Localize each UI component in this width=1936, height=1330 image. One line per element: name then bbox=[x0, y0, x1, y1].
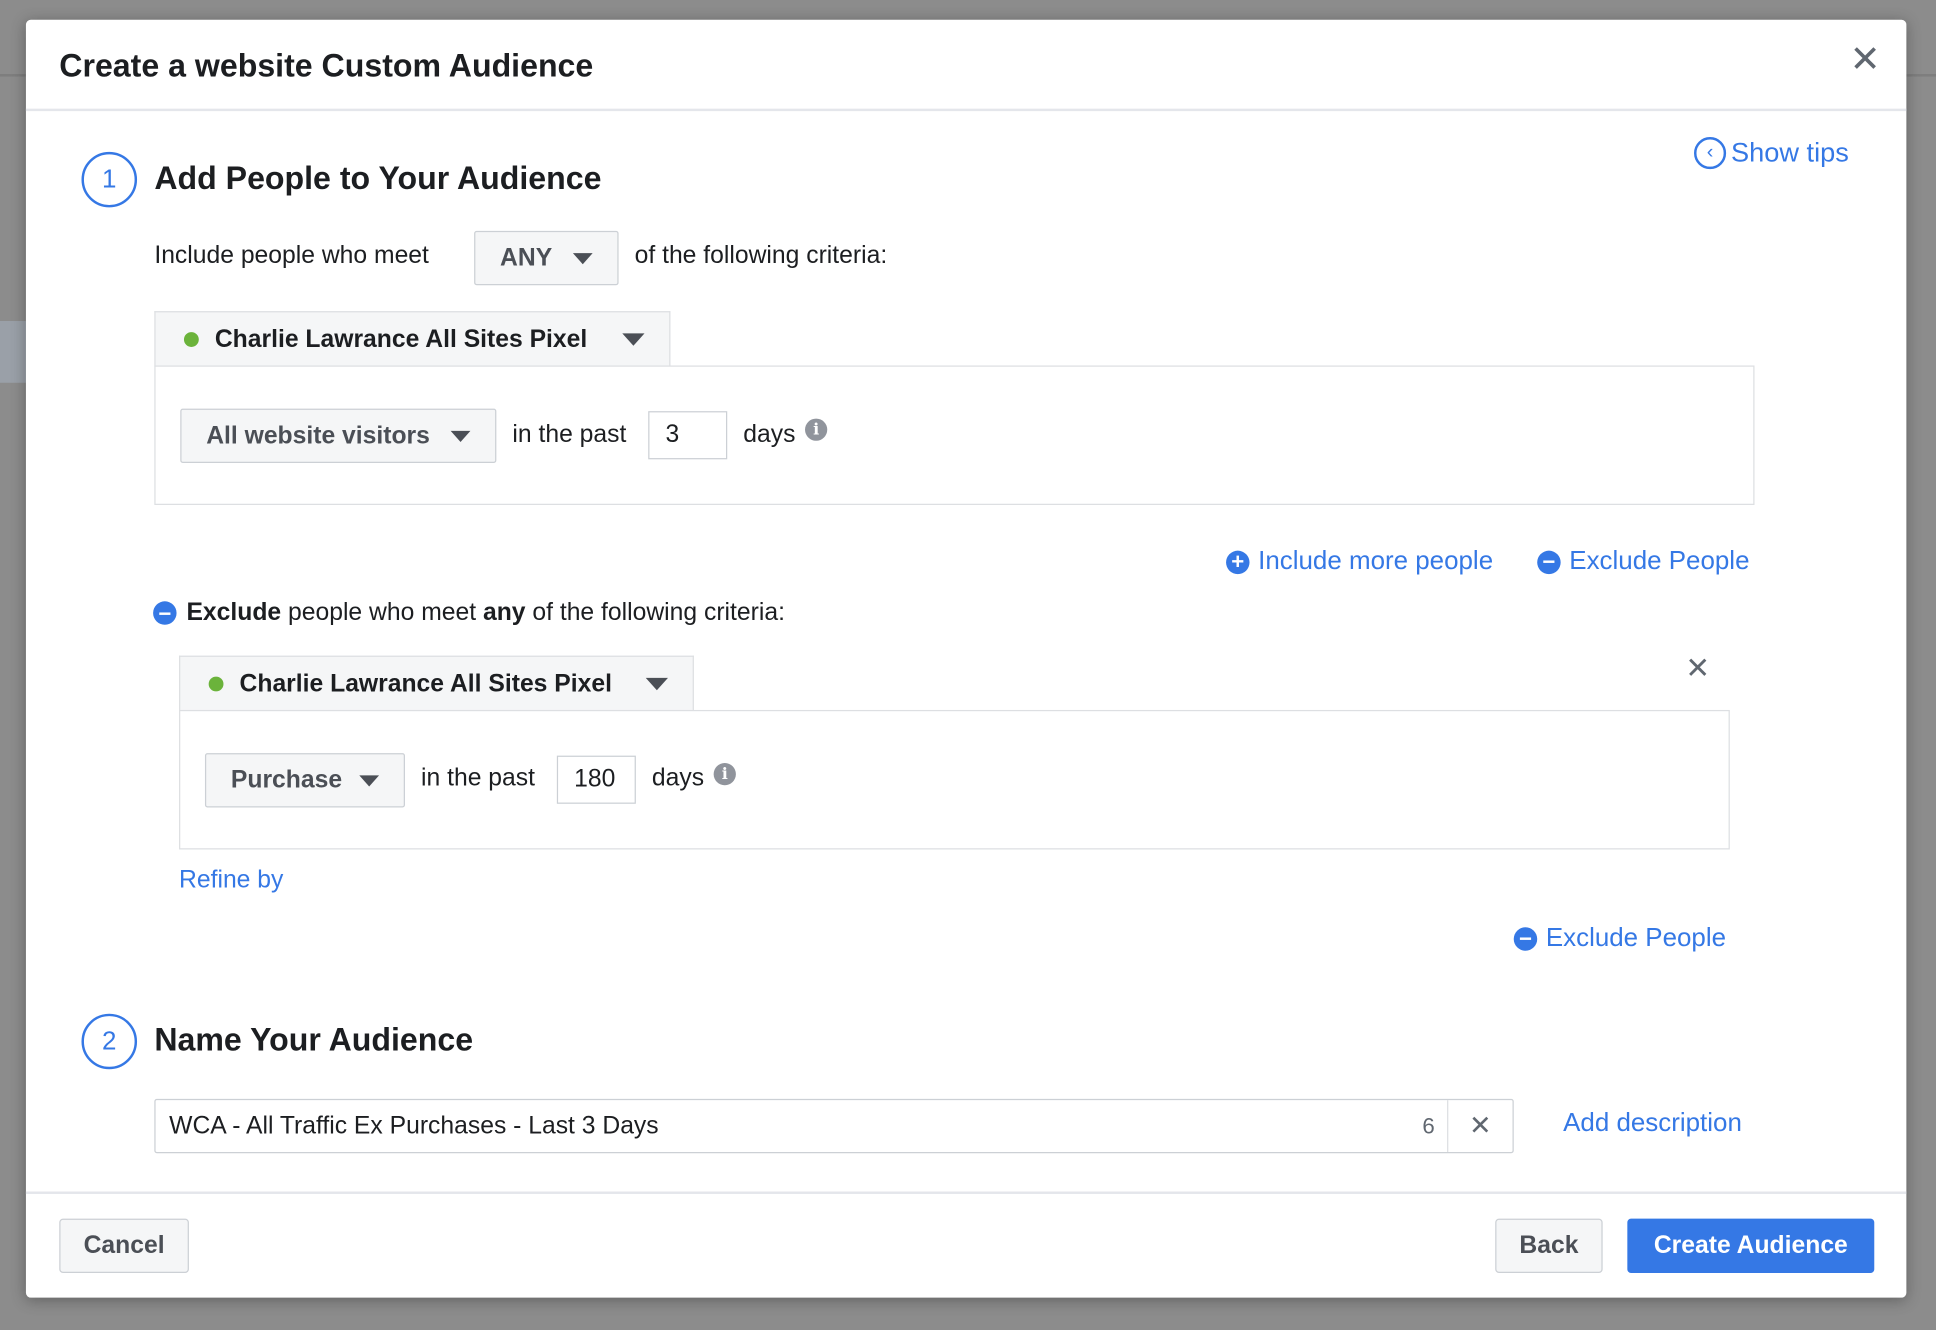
custom-audience-dialog: Create a website Custom Audience ✕ ‹ Sho… bbox=[25, 19, 1907, 1298]
in-the-past-label: in the past bbox=[512, 421, 627, 449]
info-icon[interactable]: i bbox=[713, 763, 736, 786]
exclude-header: − Exclude people who meet any of the fol… bbox=[153, 599, 785, 627]
caret-down-icon bbox=[572, 252, 593, 264]
exclude-rule-box bbox=[179, 709, 1730, 850]
audience-name-input[interactable]: WCA - All Traffic Ex Purchases - Last 3 … bbox=[156, 1112, 1423, 1140]
exclude-people-link-2[interactable]: − Exclude People bbox=[1513, 923, 1727, 954]
create-audience-button[interactable]: Create Audience bbox=[1627, 1218, 1875, 1273]
match-any-value: ANY bbox=[500, 243, 553, 272]
pixel-name: Charlie Lawrance All Sites Pixel bbox=[239, 669, 612, 697]
clear-name-icon[interactable]: ✕ bbox=[1447, 1100, 1512, 1152]
refine-by-link[interactable]: Refine by bbox=[179, 867, 283, 895]
show-tips-label: Show tips bbox=[1731, 137, 1849, 168]
step-1-heading: Add People to Your Audience bbox=[154, 159, 602, 197]
dialog-title: Create a website Custom Audience bbox=[59, 46, 594, 84]
exclude-bold: Exclude bbox=[186, 598, 282, 626]
audience-name-field: WCA - All Traffic Ex Purchases - Last 3 … bbox=[154, 1098, 1514, 1154]
exclude-people-label: Exclude People bbox=[1569, 546, 1750, 576]
header-divider bbox=[25, 108, 1907, 112]
minus-circle-icon: − bbox=[1513, 926, 1538, 951]
info-icon[interactable]: i bbox=[805, 418, 828, 441]
background-panel bbox=[0, 321, 26, 383]
minus-circle-icon[interactable]: − bbox=[153, 601, 177, 625]
include-days-input[interactable]: 3 bbox=[648, 411, 728, 460]
footer-divider bbox=[25, 1191, 1907, 1194]
close-icon[interactable]: ✕ bbox=[1850, 41, 1881, 79]
include-more-label: Include more people bbox=[1258, 546, 1494, 576]
cancel-button[interactable]: Cancel bbox=[59, 1218, 189, 1273]
exclude-pixel-dropdown[interactable]: Charlie Lawrance All Sites Pixel bbox=[179, 655, 694, 712]
minus-circle-icon: − bbox=[1537, 550, 1561, 574]
chevron-left-circle-icon: ‹ bbox=[1694, 137, 1727, 170]
step-2-heading: Name Your Audience bbox=[154, 1021, 474, 1059]
add-description-link[interactable]: Add description bbox=[1563, 1109, 1742, 1139]
remove-exclusion-icon[interactable]: ✕ bbox=[1685, 654, 1710, 684]
exclude-people-link[interactable]: − Exclude People bbox=[1537, 547, 1749, 577]
days-label: days bbox=[743, 421, 796, 449]
pixel-name: Charlie Lawrance All Sites Pixel bbox=[214, 325, 588, 353]
exclude-mid: people who meet bbox=[288, 598, 477, 626]
include-more-people-link[interactable]: + Include more people bbox=[1226, 547, 1493, 577]
match-any-dropdown[interactable]: ANY bbox=[474, 230, 619, 286]
exclude-end: of the following criteria: bbox=[532, 598, 785, 626]
event-value: Purchase bbox=[230, 766, 343, 794]
include-event-dropdown[interactable]: All website visitors bbox=[180, 408, 497, 464]
background-line bbox=[0, 74, 26, 77]
days-label: days bbox=[651, 764, 705, 792]
character-counter: 6 bbox=[1422, 1113, 1435, 1138]
exclude-any: any bbox=[482, 598, 526, 626]
back-button[interactable]: Back bbox=[1495, 1218, 1603, 1273]
include-prefix: Include people who meet bbox=[154, 242, 429, 270]
event-value: All website visitors bbox=[206, 421, 430, 449]
show-tips-link[interactable]: ‹ Show tips bbox=[1694, 137, 1849, 170]
pixel-status-dot bbox=[183, 332, 199, 347]
caret-down-icon bbox=[622, 333, 645, 346]
include-suffix: of the following criteria: bbox=[634, 242, 888, 270]
step-2-badge: 2 bbox=[81, 1013, 138, 1070]
pixel-status-dot bbox=[208, 676, 224, 692]
background-line bbox=[1906, 74, 1936, 77]
caret-down-icon bbox=[645, 677, 668, 691]
exclude-event-dropdown[interactable]: Purchase bbox=[204, 753, 405, 808]
exclude-people-label: Exclude People bbox=[1545, 923, 1727, 952]
exclude-days-input[interactable]: 180 bbox=[556, 755, 636, 804]
step-1-badge: 1 bbox=[81, 151, 138, 208]
caret-down-icon bbox=[450, 430, 471, 442]
caret-down-icon bbox=[359, 774, 380, 786]
include-pixel-dropdown[interactable]: Charlie Lawrance All Sites Pixel bbox=[154, 311, 671, 367]
in-the-past-label: in the past bbox=[421, 764, 535, 792]
plus-circle-icon: + bbox=[1226, 550, 1250, 574]
